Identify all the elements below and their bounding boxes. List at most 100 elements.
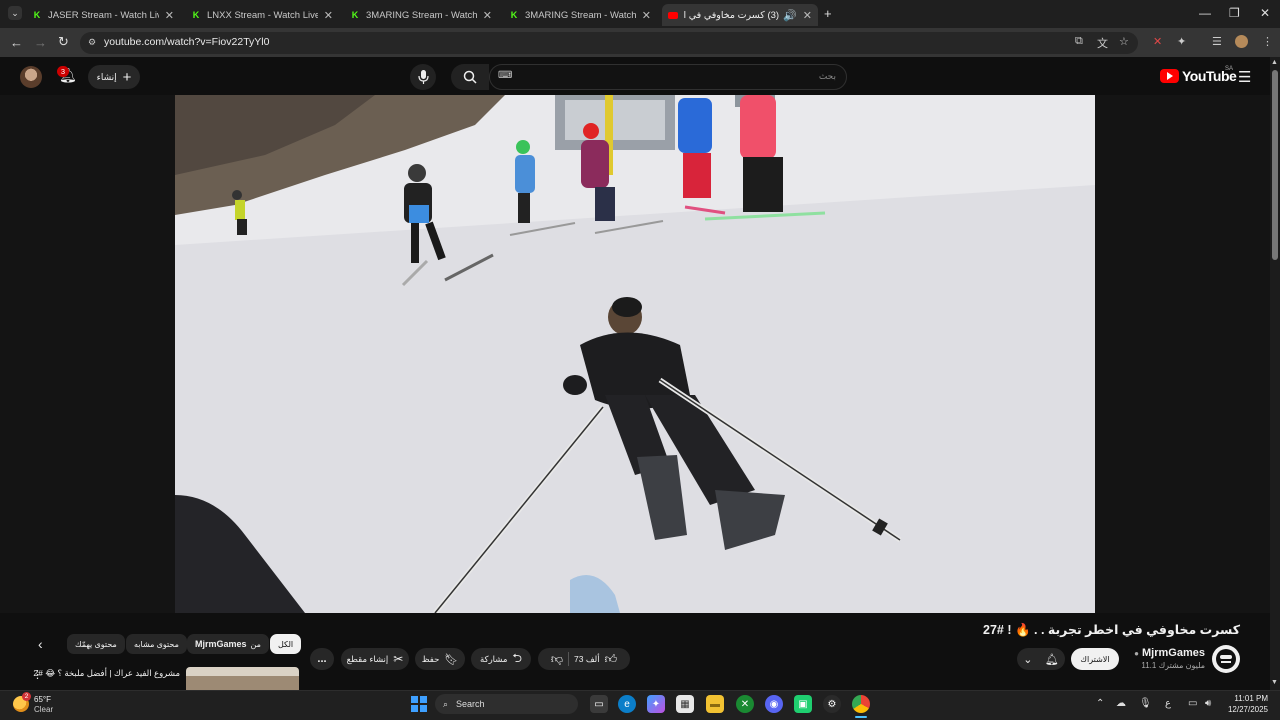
store-icon[interactable]: ▦	[676, 695, 694, 713]
xbox-icon[interactable]: ✕	[736, 695, 754, 713]
start-button[interactable]	[411, 696, 427, 712]
tab-title: 3MARING Stream - Watch Live	[366, 9, 477, 21]
tab-title: JASER Stream - Watch Live on Kick	[48, 9, 159, 21]
site-info-icon[interactable]: ⚙	[88, 37, 96, 48]
tab-close-icon[interactable]: ✕	[324, 9, 333, 22]
steam-icon[interactable]: ⚙	[823, 695, 841, 713]
subscribe-button[interactable]: الاشتراك	[1071, 648, 1119, 670]
chip-all[interactable]: الكل	[270, 634, 302, 654]
close-window-icon[interactable]: ✕	[1260, 6, 1270, 20]
create-label: إنشاء	[96, 71, 117, 82]
recommended-title[interactable]: مشروع الفيد عراك | أفضل ملبخة ؟ 😂 #2	[33, 668, 180, 679]
back-icon[interactable]: ←	[10, 35, 23, 50]
app-green-icon[interactable]: ▣	[794, 695, 812, 713]
tab-search-icon[interactable]: ☰	[1212, 35, 1222, 48]
file-explorer-icon[interactable]: ▬	[706, 695, 724, 713]
channel-name[interactable]: ● MjrmGames	[1134, 647, 1205, 659]
discord-icon[interactable]: ◉	[765, 695, 783, 713]
tab-search-dropdown-icon[interactable]: ⌄	[8, 6, 22, 20]
voice-search-button[interactable]	[410, 64, 436, 90]
tab-close-icon[interactable]: ✕	[803, 9, 812, 22]
video-frame	[175, 95, 1095, 613]
search-input[interactable]: ⌨ بحث	[489, 64, 847, 90]
notification-settings-button[interactable]: ⌄ 🔔︎	[1017, 648, 1065, 670]
browser-tab[interactable]: K 3MARING Stream - Watch Live ✕	[503, 4, 657, 26]
chrome-icon[interactable]	[852, 695, 870, 713]
browser-tab-active[interactable]: (3) كسرت مخاوفي في اخطر 🔊 ✕	[662, 4, 818, 26]
more-actions-button[interactable]: ...	[310, 648, 334, 670]
channel-avatar[interactable]	[1212, 645, 1240, 673]
url-text[interactable]: youtube.com/watch?v=Fiov22TyYl0	[104, 36, 269, 48]
restore-icon[interactable]: ❐	[1229, 6, 1240, 20]
dislike-icon[interactable]: 👎︎	[551, 652, 563, 667]
minimize-icon[interactable]: —	[1199, 6, 1211, 20]
weather-condition[interactable]: Clear	[34, 705, 53, 714]
recommended-thumbnail[interactable]	[186, 667, 299, 690]
share-button[interactable]: مشاركة ⮌	[471, 648, 531, 670]
browser-tab[interactable]: K JASER Stream - Watch Live on Kick ✕	[26, 4, 180, 26]
microphone-tray-icon[interactable]: 🎙︎	[1139, 698, 1152, 709]
avatar[interactable]	[20, 66, 42, 88]
save-button[interactable]: حفظ 🔖︎	[415, 648, 465, 670]
translate-icon[interactable]: 文	[1097, 35, 1108, 51]
search-placeholder: بحث	[818, 71, 836, 81]
taskbar-search[interactable]: ⌕ Search	[435, 694, 578, 714]
plus-icon: +	[122, 68, 132, 86]
install-app-icon[interactable]: ⧉	[1075, 35, 1083, 48]
bell-icon: 🔔︎	[1044, 653, 1059, 666]
tab-title: 3MARING Stream - Watch Live	[525, 9, 636, 21]
like-count[interactable]: 73 ألف	[574, 654, 600, 665]
video-player[interactable]	[175, 95, 1095, 613]
browser-tab[interactable]: K 3MARING Stream - Watch Live ✕	[344, 4, 498, 26]
scrollbar-thumb[interactable]	[1272, 70, 1278, 260]
search-button[interactable]	[451, 64, 489, 90]
youtube-play-icon	[1160, 69, 1179, 83]
like-dislike-group: 👎︎ 73 ألف 👍︎	[538, 648, 630, 670]
browser-tab[interactable]: K LNXX Stream - Watch Live on Kick ✕	[185, 4, 339, 26]
speaker-icon[interactable]: 🔊	[783, 9, 797, 22]
keyboard-icon[interactable]: ⌨	[498, 70, 512, 81]
edge-icon[interactable]: e	[618, 695, 636, 713]
scroll-down-icon[interactable]: ▼	[1271, 679, 1278, 686]
scroll-up-icon[interactable]: ▲	[1271, 59, 1278, 66]
recommended-more-icon[interactable]: ⋮	[32, 668, 43, 681]
onedrive-icon[interactable]: ☁	[1116, 698, 1126, 709]
language-indicator[interactable]: ع	[1165, 698, 1171, 709]
chip-for-you[interactable]: محتوى يهمّك	[67, 634, 125, 654]
profile-avatar[interactable]	[1235, 35, 1248, 48]
chip-from-prefix: من	[250, 639, 261, 649]
bookmark-star-icon[interactable]: ☆	[1119, 35, 1129, 48]
extensions-icon[interactable]: ✦	[1177, 35, 1186, 48]
chip-from-channel[interactable]: MjrmGames من	[187, 634, 269, 654]
extension-adblock-icon[interactable]: ✕	[1153, 35, 1162, 48]
network-icon[interactable]: ▭	[1188, 698, 1197, 709]
tray-overflow-icon[interactable]: ⌃	[1096, 698, 1104, 709]
tab-close-icon[interactable]: ✕	[165, 9, 174, 22]
copilot-icon[interactable]: ✦	[647, 695, 665, 713]
like-icon[interactable]: 👍︎	[605, 652, 618, 667]
forward-icon[interactable]: →	[34, 35, 47, 50]
weather-temp[interactable]: 65°F	[34, 695, 51, 704]
youtube-icon	[668, 10, 678, 20]
task-view-icon[interactable]: ▭	[590, 695, 608, 713]
clip-button[interactable]: إنشاء مقطع ✂	[341, 648, 409, 670]
guide-menu-icon[interactable]: ☰	[1238, 68, 1251, 86]
browser-menu-icon[interactable]: ⋮	[1262, 35, 1273, 48]
clock-date[interactable]: 12/27/2025	[1222, 705, 1268, 714]
tab-close-icon[interactable]: ✕	[642, 9, 651, 22]
kick-icon: K	[33, 10, 41, 20]
chips-prev-icon[interactable]: ‹	[38, 636, 43, 652]
create-button[interactable]: إنشاء +	[88, 65, 140, 89]
tab-close-icon[interactable]: ✕	[483, 9, 492, 22]
chip-related[interactable]: محتوى مشابه	[126, 634, 187, 654]
volume-icon[interactable]: 🔊︎	[1205, 698, 1211, 709]
bookmark-icon: 🔖︎	[444, 653, 459, 666]
clock-time[interactable]: 11:01 PM	[1222, 694, 1268, 703]
kick-icon: K	[510, 10, 518, 20]
new-tab-icon[interactable]: +	[824, 6, 832, 21]
windows-taskbar	[0, 690, 1280, 720]
browser-tab-strip: ⌄ K JASER Stream - Watch Live on Kick ✕ …	[0, 0, 1280, 28]
microphone-icon	[417, 70, 429, 84]
tab-title: (3) كسرت مخاوفي في اخطر	[684, 9, 780, 21]
reload-icon[interactable]: ↻	[58, 34, 69, 50]
